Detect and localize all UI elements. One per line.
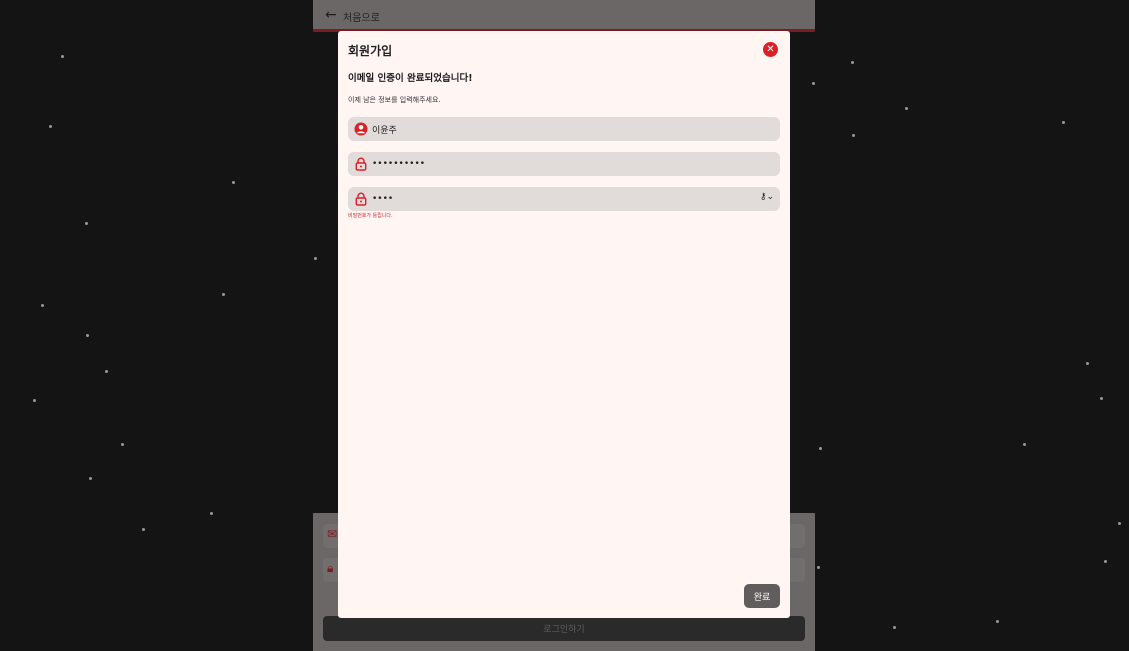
password-input[interactable] — [372, 155, 752, 173]
password-field[interactable] — [348, 152, 780, 176]
done-button[interactable]: 완료 — [744, 584, 780, 608]
confirm-password-input[interactable] — [372, 190, 752, 208]
background-header: ← 처음으로 — [313, 0, 815, 32]
lock-icon — [355, 192, 367, 206]
password-key-icon[interactable]: ⚷⌄ — [760, 192, 774, 202]
name-field[interactable] — [348, 117, 780, 141]
modal-title: 회원가입 — [348, 44, 393, 58]
name-input[interactable] — [372, 120, 752, 138]
confirm-password-field[interactable]: ⚷⌄ — [348, 187, 780, 211]
signup-modal: 회원가입 ✕ 이메일 인증이 완료되었습니다! 이제 남은 정보를 입력해주세요… — [338, 31, 790, 618]
back-label[interactable]: 처음으로 — [343, 9, 380, 24]
verification-complete-heading: 이메일 인증이 완료되었습니다! — [348, 73, 473, 84]
mail-icon: ✉ — [327, 527, 338, 541]
password-error-text: 비밀번호가 틀립니다. — [348, 213, 393, 219]
lock-icon: 🔒︎ — [327, 561, 334, 575]
lock-icon — [355, 157, 367, 171]
back-arrow-icon[interactable]: ← — [325, 7, 337, 23]
close-button[interactable]: ✕ — [763, 42, 778, 57]
close-icon: ✕ — [766, 44, 775, 55]
background-login-button: 로그인하기 — [323, 616, 805, 641]
user-icon — [354, 122, 368, 136]
instruction-text: 이제 남은 정보를 입력해주세요. — [348, 96, 441, 104]
